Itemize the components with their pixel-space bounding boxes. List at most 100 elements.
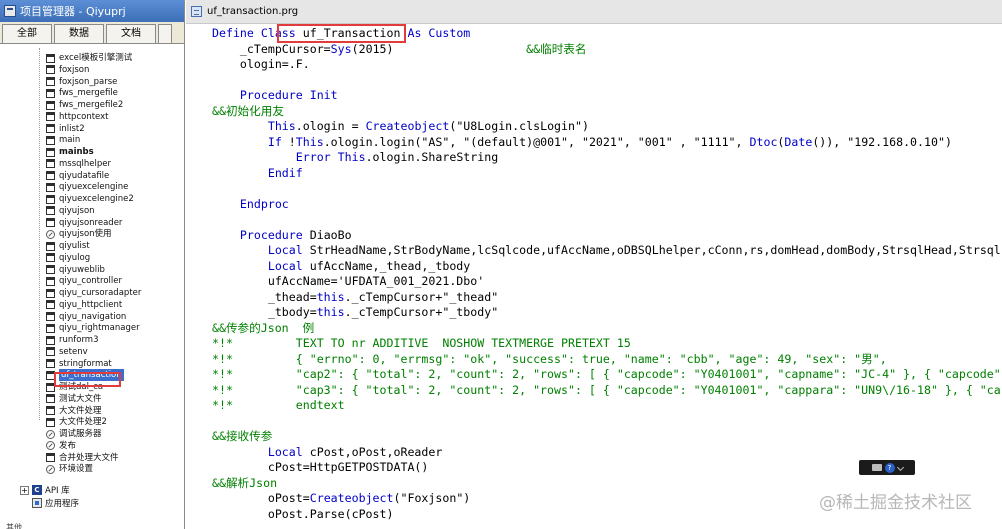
- tree-item-label: 发布: [59, 440, 77, 451]
- printer-icon[interactable]: [871, 464, 882, 471]
- code-token: StrHeadName,StrBodyName,lcSqlcode,ufAccN…: [302, 243, 1001, 257]
- project-manager-tabs: 全部 数据 文档: [0, 22, 184, 44]
- project-file-tree: excel模板引擎测试 foxjson foxjson_parse fws_merge…: [0, 48, 184, 526]
- tree-item[interactable]: qiyuexcelengine: [46, 181, 128, 193]
- code-token: *!* "cap2": { "total": 2, "count": 2, "r…: [212, 367, 1001, 381]
- tree-item[interactable]: qiyujson: [46, 205, 95, 217]
- code-token: &&接收传参: [212, 429, 273, 443]
- tree-item-label: qiyujson使用: [59, 229, 112, 240]
- tree-item-label: qiyuexcelengine2: [59, 194, 134, 204]
- tree-item[interactable]: inlist2: [46, 123, 85, 135]
- excluded-icon: [46, 229, 55, 239]
- chevron-down-icon[interactable]: [896, 463, 904, 472]
- tree-item[interactable]: qiyuexcelengine2: [46, 193, 134, 205]
- selected-item-highlight-box: [54, 372, 121, 387]
- tree-item-label: qiyu_controller: [59, 276, 122, 287]
- class-name-highlight-box: [277, 24, 406, 43]
- floating-toolbar[interactable]: ?: [859, 460, 915, 475]
- code-token: Procedure: [212, 227, 303, 242]
- code-token: this: [316, 305, 345, 319]
- tree-item[interactable]: qiyuweblib: [46, 264, 105, 276]
- code-token: ._cTempCursor+"_thead": [344, 289, 499, 304]
- code-token: _thead=: [212, 289, 317, 304]
- tree-node[interactable]: + C API 库: [20, 484, 70, 496]
- tree-item[interactable]: 调试服务器: [46, 428, 102, 440]
- tree-item[interactable]: qiyujsonreader: [46, 217, 122, 229]
- tree-item[interactable]: qiyu_navigation: [46, 311, 126, 323]
- code-token: &&解析Json: [212, 475, 278, 490]
- tree-item[interactable]: 合并处理大文件: [46, 452, 119, 464]
- code-token: !: [281, 134, 296, 149]
- help-icon[interactable]: ?: [884, 462, 895, 473]
- code-token: _tbody=: [212, 305, 317, 319]
- tab-data[interactable]: 数据: [54, 24, 104, 43]
- tree-item[interactable]: qiyudatafile: [46, 170, 109, 182]
- tree-item[interactable]: 测试大文件: [46, 393, 102, 405]
- file-icon: [46, 124, 55, 133]
- tree-item[interactable]: main: [46, 134, 80, 146]
- tree-item-label: httpcontext: [59, 111, 109, 122]
- code-token: (2015): [351, 41, 394, 56]
- tree-item[interactable]: qiyujson使用: [46, 228, 112, 240]
- code-token: Endproc: [212, 196, 289, 211]
- file-icon: [46, 394, 55, 404]
- tab-more[interactable]: [158, 24, 172, 43]
- tree-item[interactable]: qiyulog: [46, 252, 90, 264]
- tree-node-label: API 库: [45, 486, 70, 496]
- tree-item[interactable]: excel模板引擎测试: [46, 52, 132, 64]
- tree-item[interactable]: mssqlhelper: [46, 158, 111, 170]
- code-line: If !This.ologin.login("AS", "(default)@0…: [212, 135, 952, 150]
- other-node-label: 其他: [6, 523, 22, 529]
- excluded-icon: [46, 441, 55, 451]
- tree-item-label: qiyuexcelengine: [59, 182, 129, 193]
- application-icon: [32, 498, 42, 508]
- tree-item[interactable]: qiyulist: [46, 240, 90, 252]
- tree-item[interactable]: foxjson: [46, 64, 89, 76]
- file-icon: [46, 77, 55, 86]
- file-icon: [46, 159, 55, 169]
- tree-item[interactable]: 发布: [46, 440, 76, 452]
- tree-item-label: qiyu_httpclient: [59, 299, 123, 310]
- code-line: cPost=HttpGETPOSTDATA(): [212, 460, 429, 475]
- file-icon: [46, 406, 55, 415]
- code-token: &&传参的Json 例: [212, 320, 315, 335]
- tree-item[interactable]: 大文件处理2: [46, 416, 107, 428]
- file-icon: [46, 347, 55, 357]
- code-line: Local StrHeadName,StrBodyName,lcSqlcode,…: [212, 243, 1001, 258]
- tree-item[interactable]: setenv: [46, 346, 88, 358]
- editor-titlebar[interactable]: uf_transaction.prg: [186, 0, 1002, 24]
- tree-item[interactable]: foxjson_parse: [46, 76, 117, 88]
- program-file-icon: [191, 6, 202, 17]
- code-token: If: [267, 134, 282, 149]
- tree-item[interactable]: qiyu_httpclient: [46, 299, 122, 311]
- tree-item[interactable]: qiyu_cursoradapter: [46, 287, 141, 299]
- code-line: This.ologin = Createobject("U8Login.clsL…: [212, 119, 589, 134]
- tree-item-label: 测试大文件: [59, 393, 102, 404]
- tree-item[interactable]: httpcontext: [46, 111, 109, 123]
- code-line: &&接收传参: [212, 429, 272, 444]
- tree-item-label: fws_mergefile: [59, 88, 118, 99]
- tree-item[interactable]: qiyu_rightmanager: [46, 322, 140, 334]
- project-manager-titlebar[interactable]: 项目管理器 - Qiyuprj: [0, 0, 184, 22]
- tree-node[interactable]: 应用程序: [20, 497, 79, 509]
- tree-item-label: fws_mergefile2: [59, 100, 124, 110]
- tab-all[interactable]: 全部: [2, 24, 52, 43]
- tree-item[interactable]: qiyu_controller: [46, 275, 122, 287]
- code-token: Local: [267, 444, 303, 459]
- tree-item[interactable]: stringformat: [46, 358, 112, 370]
- tree-item[interactable]: mainbs: [46, 146, 94, 158]
- tree-item-label: mssqlhelper: [59, 158, 111, 169]
- code-line: Procedure Init: [212, 88, 338, 103]
- code-line: Error This.ologin.ShareString: [212, 150, 498, 165]
- tree-item[interactable]: fws_mergefile: [46, 87, 118, 99]
- tab-docs[interactable]: 文档: [106, 24, 156, 43]
- tree-item[interactable]: runform3: [46, 334, 99, 346]
- tree-item[interactable]: 环境设置: [46, 463, 93, 475]
- tree-item[interactable]: 大文件处理: [46, 405, 102, 417]
- code-token: Createobject: [365, 119, 450, 133]
- expand-icon[interactable]: +: [20, 485, 29, 495]
- tree-item[interactable]: fws_mergefile2: [46, 99, 123, 111]
